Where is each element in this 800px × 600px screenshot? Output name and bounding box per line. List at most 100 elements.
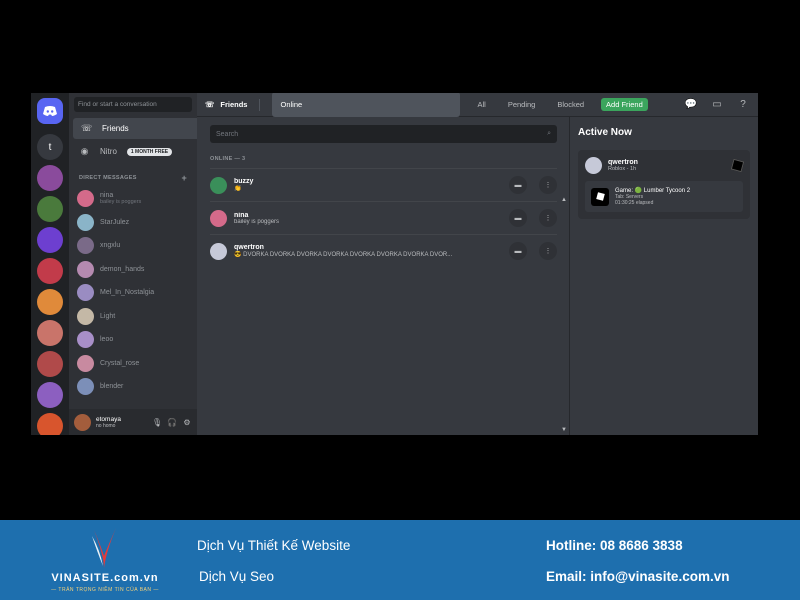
message-icon[interactable]: ▬ — [509, 242, 527, 260]
dm-scroll-area: ☏ Friends ◉ Nitro 1 MONTH FREE DIRECT ME… — [69, 116, 197, 409]
friend-row[interactable]: nina bailey is poggers ▬ ⋮ — [210, 201, 557, 234]
friends-nav-item[interactable]: ☏ Friends — [73, 118, 197, 139]
nitro-badge: 1 MONTH FREE — [126, 147, 173, 156]
server-rail: t — [31, 93, 69, 435]
active-now-title: Active Now — [578, 127, 632, 138]
friends-topbar: ☏ Friends Online All Pending Blocked Add… — [197, 93, 758, 117]
more-options-icon[interactable]: ⋮ — [539, 176, 557, 194]
dm-list-item[interactable]: xngxlu — [73, 234, 193, 258]
vinasite-logo-mark-icon — [92, 528, 116, 568]
tab-pending[interactable]: Pending — [503, 98, 541, 111]
dm-list-item[interactable]: Light — [73, 305, 193, 329]
topbar-title-wrap: ☏ Friends — [205, 100, 247, 109]
dm-avatar — [77, 284, 94, 302]
gear-icon[interactable]: ⚙ — [182, 418, 192, 427]
dm-name: xngxlu — [100, 242, 121, 250]
friends-wave-icon: ☏ — [81, 123, 93, 133]
game-title: Game: 🟢 Lumber Tycoon 2 — [615, 188, 691, 194]
scroll-up-arrow-icon[interactable]: ▲ — [561, 197, 567, 203]
add-friend-button[interactable]: Add Friend — [601, 98, 648, 111]
screenshot-stage: t Find or start a conversation ☏ Friends… — [0, 0, 800, 600]
dm-avatar — [77, 307, 94, 325]
nitro-nav-item[interactable]: ◉ Nitro 1 MONTH FREE — [73, 141, 193, 162]
microphone-icon[interactable]: 🎙 — [152, 418, 162, 427]
active-now-panel: Active Now qwertron Roblox - 1h Game: 🟢 … — [570, 117, 758, 435]
new-group-dm-icon[interactable]: 💬 — [684, 99, 698, 110]
more-options-icon[interactable]: ⋮ — [539, 209, 557, 227]
server-icon[interactable] — [37, 289, 63, 315]
vinasite-brand: VINASITE.com.vn — [51, 572, 159, 584]
server-icon[interactable] — [37, 227, 63, 253]
dm-list-item[interactable]: demon_hands — [73, 258, 193, 282]
message-icon[interactable]: ▬ — [509, 209, 527, 227]
friend-avatar — [210, 209, 227, 227]
friends-search-input[interactable]: Search ⌕ — [210, 125, 557, 143]
friends-scrollbar[interactable]: ▲ ▼ — [561, 197, 567, 433]
active-now-card[interactable]: qwertron Roblox - 1h Game: 🟢 Lumber Tyco… — [578, 150, 750, 219]
dm-name: Mel_In_Nostalgia — [100, 289, 155, 297]
server-icon[interactable] — [37, 196, 63, 222]
dm-status: bailey is poggers — [100, 199, 142, 206]
friend-avatar — [210, 242, 227, 260]
tab-blocked[interactable]: Blocked — [552, 98, 589, 111]
dm-info: nina bailey is poggers — [100, 192, 141, 205]
discord-window: t Find or start a conversation ☏ Friends… — [31, 93, 758, 435]
dm-name: Crystal_rose — [100, 359, 140, 367]
user-avatar[interactable] — [74, 413, 91, 431]
server-icon[interactable] — [37, 320, 63, 346]
dm-list-item[interactable]: Crystal_rose — [73, 352, 193, 376]
topbar-title: Friends — [220, 100, 248, 109]
active-user-info: qwertron Roblox - 1h — [608, 159, 638, 172]
inbox-icon[interactable]: ▭ — [710, 99, 724, 110]
service-seo[interactable]: Dịch Vụ Seo — [199, 569, 274, 584]
friend-row[interactable]: buzzy 👏 ▬ ⋮ — [210, 168, 557, 201]
dm-avatar — [77, 260, 94, 278]
dm-info: Crystal_rose — [100, 360, 139, 367]
help-icon[interactable]: ? — [736, 99, 750, 110]
more-options-icon[interactable]: ⋮ — [539, 242, 557, 260]
user-status: no homo — [96, 422, 116, 429]
scroll-down-arrow-icon[interactable]: ▼ — [561, 427, 567, 433]
dm-list-item[interactable]: Mel_In_Nostalgia — [73, 281, 193, 305]
friend-name: buzzy — [234, 178, 254, 185]
server-icon[interactable] — [37, 351, 63, 377]
dm-avatar — [77, 190, 94, 208]
friend-avatar — [210, 176, 227, 194]
email[interactable]: Email: info@vinasite.com.vn — [546, 569, 729, 584]
roblox-game-icon — [591, 187, 609, 206]
dm-list-item[interactable]: blender — [73, 375, 193, 399]
user-panel: etomaya no homo 🎙 🎧 ⚙ — [69, 409, 197, 435]
dm-list-item[interactable]: StarJulez — [73, 211, 193, 235]
server-icon[interactable]: t — [37, 134, 63, 160]
roblox-icon — [730, 158, 745, 173]
search-icon: ⌕ — [547, 130, 551, 137]
server-icon[interactable] — [37, 165, 63, 191]
friend-status: 😎 DVORKA DVORKA DVORKA DVORKA DVORKA DVO… — [234, 252, 453, 258]
server-icon[interactable] — [37, 258, 63, 284]
discord-home-button[interactable] — [37, 98, 63, 124]
server-icon[interactable] — [37, 382, 63, 408]
dm-info: Mel_In_Nostalgia — [100, 289, 154, 296]
create-dm-plus-icon[interactable]: + — [181, 173, 187, 183]
main-body: Search ⌕ ONLINE — 3 buzzy 👏 ▬ ⋮ nina bailey i… — [197, 117, 758, 435]
dm-info: xngxlu — [100, 242, 120, 249]
main-panel: ☏ Friends Online All Pending Blocked Add… — [197, 93, 758, 435]
tab-all[interactable]: All — [472, 98, 490, 111]
dm-list-item[interactable]: leoo — [73, 328, 193, 352]
message-icon[interactable]: ▬ — [509, 176, 527, 194]
server-icon[interactable] — [37, 413, 63, 435]
friends-list-panel: Search ⌕ ONLINE — 3 buzzy 👏 ▬ ⋮ nina bailey i… — [197, 117, 570, 435]
headphones-icon[interactable]: 🎧 — [167, 418, 177, 427]
nitro-icon: ◉ — [80, 146, 89, 156]
dm-list-item[interactable]: nina bailey is poggers — [73, 187, 193, 211]
service-web-design[interactable]: Dịch Vụ Thiết Kế Website — [197, 538, 350, 553]
friend-name: qwertron — [234, 244, 264, 251]
dm-avatar — [77, 378, 94, 396]
vinasite-logo[interactable]: VINASITE.com.vn — TRẢN TRỌNG NIỀM TIN CỦ… — [40, 526, 170, 596]
hotline[interactable]: Hotline: 08 8686 3838 — [546, 538, 683, 553]
friends-wave-icon: ☏ — [205, 100, 215, 109]
tab-online[interactable]: Online — [272, 93, 461, 117]
game-info: Game: 🟢 Lumber Tycoon 2 Tab: Servers 01:… — [615, 187, 690, 206]
friend-row[interactable]: qwertron 😎 DVORKA DVORKA DVORKA DVORKA DV… — [210, 234, 557, 267]
dm-search-input[interactable]: Find or start a conversation — [74, 97, 192, 112]
